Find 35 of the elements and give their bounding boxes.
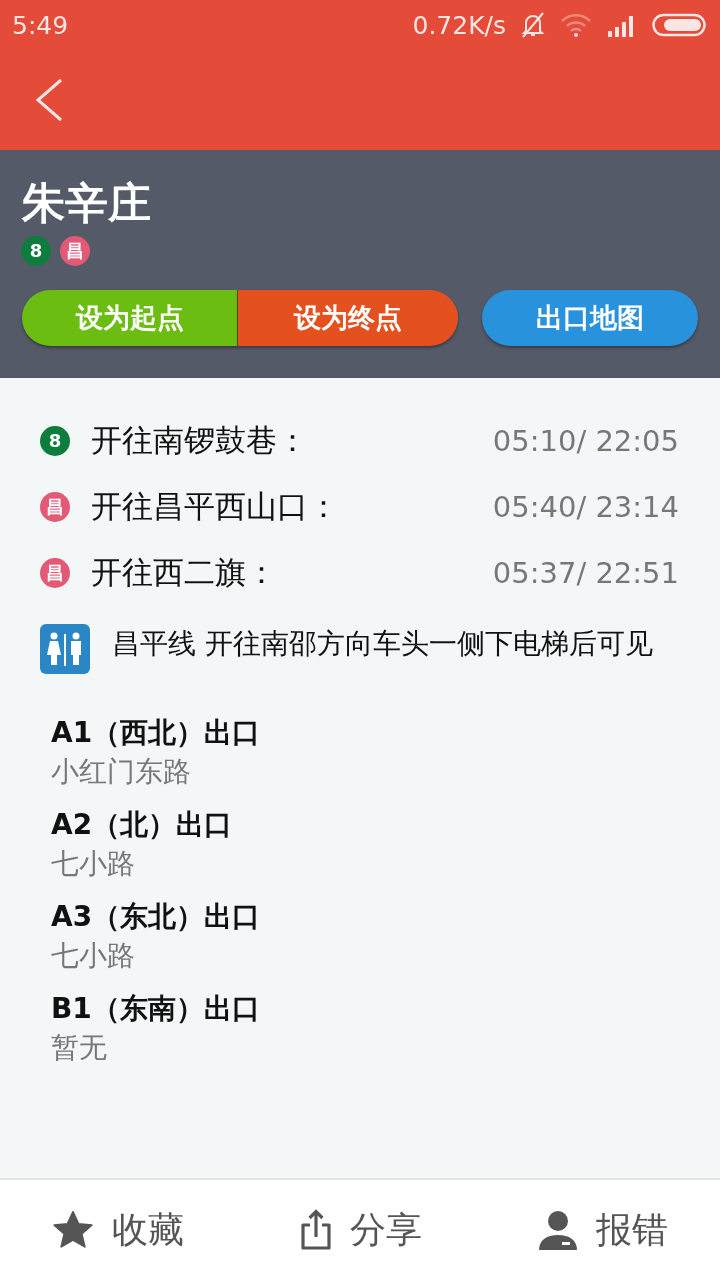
report-button[interactable]: 报错 — [538, 1180, 668, 1280]
action-button[interactable]: 设为终点 — [238, 290, 458, 346]
exit-road: 七小路 — [51, 848, 136, 880]
network-speed: 0.72K/s — [412, 10, 506, 40]
wifi-icon — [560, 13, 592, 37]
direction-label: 开往南锣鼓巷： — [91, 421, 309, 460]
back-icon[interactable] — [34, 78, 64, 122]
line-badge: 8 — [21, 236, 51, 266]
exit-road: 小红门东路 — [51, 756, 192, 788]
exit-road: 暂无 — [51, 1032, 108, 1064]
muted-bell-icon — [520, 11, 546, 39]
station-name: 朱辛庄 — [22, 177, 152, 230]
exit-name: A2（北）出口 — [51, 807, 234, 843]
first-last-times: 05:37/ 22:51 — [492, 556, 679, 590]
battery-icon — [652, 13, 706, 37]
exit-name: A1（西北）出口 — [51, 715, 262, 751]
first-last-times: 05:10/ 22:05 — [492, 424, 679, 458]
clock: 5:49 — [12, 10, 69, 40]
direction-label: 开往西二旗： — [91, 553, 278, 592]
share-icon — [300, 1209, 332, 1251]
exit-road: 七小路 — [51, 940, 136, 972]
restroom-note: 昌平线 开往南邵方向车头一侧下电梯后可见 — [112, 626, 654, 662]
exit-name: B1（东南）出口 — [51, 991, 261, 1027]
user-icon — [538, 1209, 578, 1251]
share-button[interactable]: 分享 — [300, 1180, 422, 1280]
direction-label: 开往昌平西山口： — [91, 487, 340, 526]
line-badge: 昌 — [40, 558, 70, 588]
star-icon — [52, 1210, 94, 1250]
line-badge: 昌 — [40, 492, 70, 522]
line-badge: 8 — [40, 426, 70, 456]
first-last-times: 05:40/ 23:14 — [492, 490, 679, 524]
exit-name: A3（东北）出口 — [51, 899, 262, 935]
restroom-icon — [40, 624, 90, 674]
line-badge: 昌 — [60, 236, 90, 266]
favorite-button[interactable]: 收藏 — [52, 1180, 184, 1280]
